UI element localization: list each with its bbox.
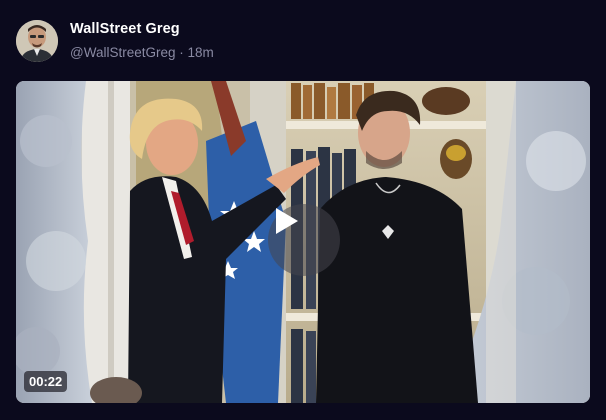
avatar[interactable] [16,20,58,62]
author-meta: @WallStreetGreg · 18m [70,45,214,60]
post-timestamp[interactable]: 18m [188,45,214,60]
avatar-photo [16,20,58,62]
author-name[interactable]: WallStreet Greg [70,21,180,37]
video-player[interactable]: 00:22 [16,81,590,403]
play-icon [276,208,298,234]
meta-separator: · [179,45,184,60]
post-card: WallStreet Greg @WallStreetGreg · 18m 00… [0,0,606,420]
author-handle[interactable]: @WallStreetGreg [70,45,175,60]
video-duration: 00:22 [24,371,68,392]
play-button[interactable] [268,204,340,276]
